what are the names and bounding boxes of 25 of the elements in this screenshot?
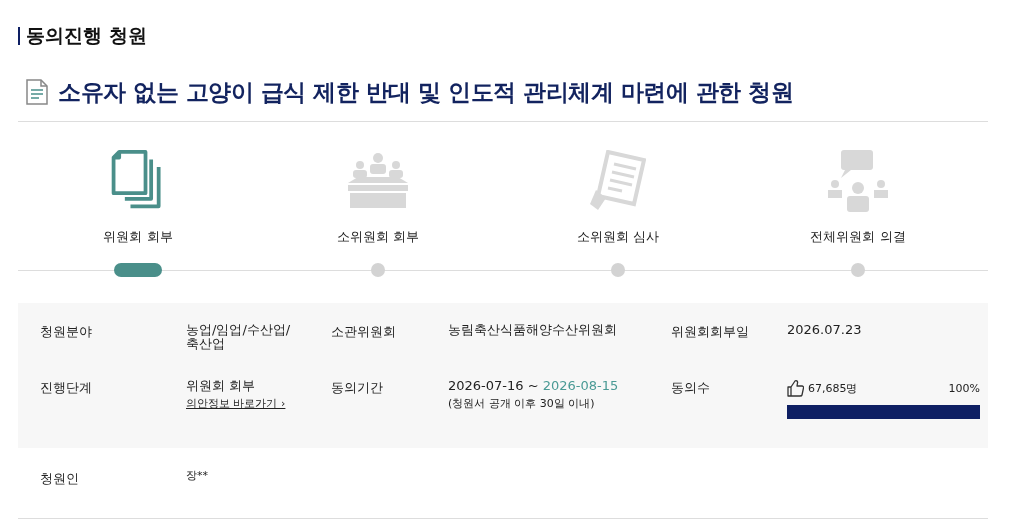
field-value: 농업/임업/수산업/ 축산업	[186, 323, 292, 352]
step-label: 위원회 회부	[103, 228, 173, 246]
agree-count: 67,685명	[808, 380, 858, 396]
period-note: (청원서 공개 이후 30일 이내)	[448, 396, 596, 412]
field-value: 장**	[186, 470, 209, 483]
field-label: 위원회회부일	[671, 323, 750, 341]
agree-percent: 100%	[948, 381, 980, 395]
bill-info-link[interactable]: 의안정보 바로가기 ›	[186, 396, 331, 412]
field-label: 청원인	[40, 470, 80, 488]
field-label: 진행단계	[40, 379, 93, 397]
section-title: 동의진행 청원	[26, 23, 147, 48]
field-label: 청원분야	[40, 323, 93, 341]
field-value: 농림축산식품해양수산위원회	[448, 323, 618, 338]
field-label: 동의수	[671, 379, 711, 397]
step-label: 소위원회 심사	[576, 228, 660, 246]
period-dates: 2026-07-16 ~ 2026-08-15	[448, 379, 620, 394]
field-value: 2026.07.23	[787, 323, 863, 338]
document-icon	[26, 79, 48, 105]
thumbs-up-icon	[787, 379, 804, 397]
field-label: 동의기간	[331, 379, 384, 397]
field-value: 위원회 회부	[186, 379, 257, 394]
petition-title: 소유자 없는 고양이 급식 제한 반대 및 인도적 관리체계 마련에 관한 청원	[58, 77, 794, 107]
step-label: 소위원회 회부	[336, 228, 420, 246]
step-label: 전체위원회 의결	[810, 228, 906, 246]
field-label: 소관위원회	[331, 323, 397, 341]
